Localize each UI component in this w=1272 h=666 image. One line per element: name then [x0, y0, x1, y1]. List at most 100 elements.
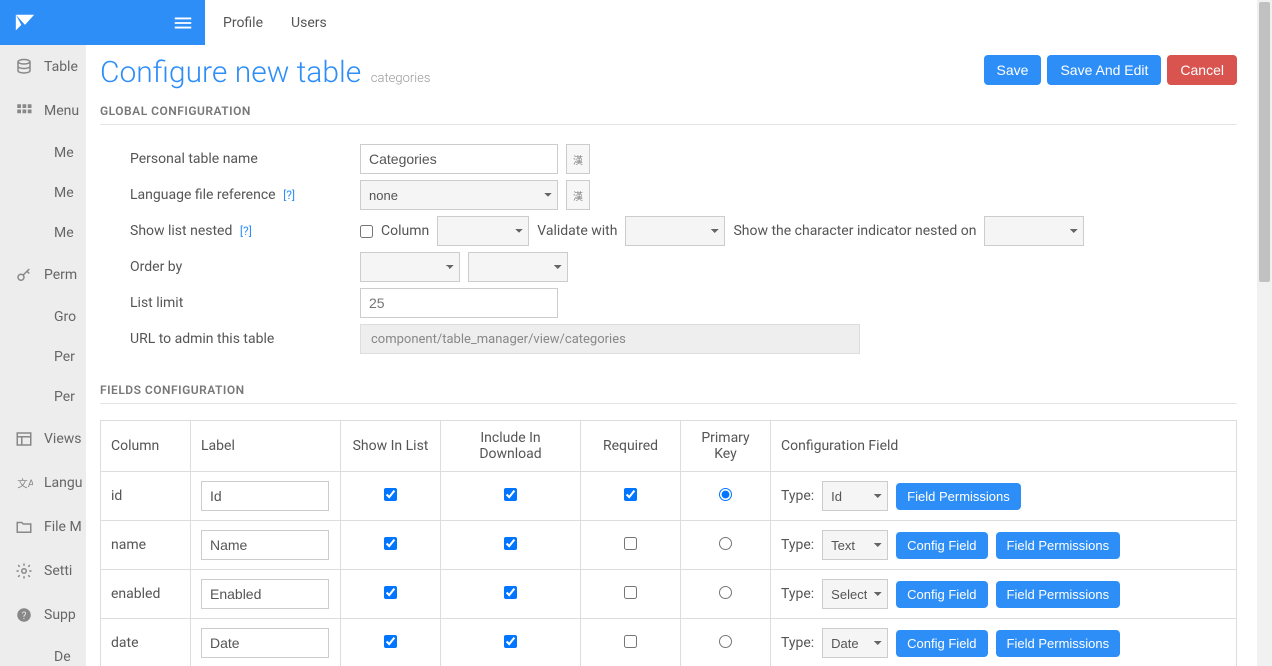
sidebar-item-label: Setti: [44, 563, 72, 579]
sidebar-item-per[interactable]: Per: [0, 337, 86, 377]
include-download-checkbox[interactable]: [504, 586, 517, 599]
sidebar-item-label: Menu: [44, 103, 79, 119]
help-show-nested[interactable]: [?]: [240, 224, 252, 238]
sidebar-item-per[interactable]: Per: [0, 377, 86, 417]
include-download-checkbox[interactable]: [504, 537, 517, 550]
save-and-edit-button[interactable]: Save And Edit: [1047, 55, 1161, 85]
help-lang-ref[interactable]: [?]: [283, 188, 295, 202]
sidebar-item-label: Per: [54, 349, 75, 365]
lang-button-2[interactable]: 漢: [566, 180, 590, 210]
topnav-profile[interactable]: Profile: [223, 15, 263, 31]
section-fields-config: FIELDS CONFIGURATION: [100, 383, 1237, 404]
include-download-checkbox[interactable]: [504, 635, 517, 648]
type-select[interactable]: Select: [822, 579, 888, 609]
order-by-field-select[interactable]: [360, 252, 460, 282]
sidebar-item-label: Views: [44, 431, 82, 447]
section-global-config: GLOBAL CONFIGURATION: [100, 104, 1237, 125]
primary-key-radio[interactable]: [719, 537, 732, 550]
show-nested-checkbox[interactable]: [360, 225, 373, 238]
th-column: Column: [101, 421, 191, 472]
primary-key-radio[interactable]: [719, 586, 732, 599]
label-show-nested: Show list nested: [130, 223, 232, 239]
show-in-list-checkbox[interactable]: [384, 488, 397, 501]
sidebar-item-label: Me: [54, 185, 74, 201]
menu-toggle-button[interactable]: [160, 0, 205, 45]
sidebar-item-label: Me: [54, 225, 74, 241]
save-button[interactable]: Save: [984, 55, 1042, 85]
required-checkbox[interactable]: [624, 586, 637, 599]
hamburger-icon: [172, 12, 194, 34]
th-include-dl: Include In Download: [441, 421, 581, 472]
sidebar-item-label: Table: [44, 59, 78, 75]
label-list-limit: List limit: [130, 295, 360, 311]
show-in-list-checkbox[interactable]: [384, 635, 397, 648]
nested-column-select[interactable]: [437, 216, 529, 246]
config-field-button[interactable]: Config Field: [896, 630, 987, 657]
sidebar-item-perm[interactable]: Perm: [0, 253, 86, 297]
label-personal-table-name: Personal table name: [130, 151, 360, 167]
lang-button[interactable]: 漢: [566, 144, 590, 174]
order-by-dir-select[interactable]: [468, 252, 568, 282]
field-permissions-button[interactable]: Field Permissions: [996, 532, 1121, 559]
indicator-select[interactable]: [984, 216, 1084, 246]
cell-column: date: [101, 619, 191, 666]
validate-with-select[interactable]: [625, 216, 725, 246]
show-in-list-checkbox[interactable]: [384, 537, 397, 550]
label-input[interactable]: [201, 481, 329, 511]
required-checkbox[interactable]: [624, 537, 637, 550]
topnav-users[interactable]: Users: [291, 15, 327, 31]
sidebar-item-me[interactable]: Me: [0, 133, 86, 173]
sidebar-item-me[interactable]: Me: [0, 173, 86, 213]
sidebar-item-menu[interactable]: Menu: [0, 89, 86, 133]
sidebar-item-label: File M: [44, 519, 82, 535]
scrollbar[interactable]: [1257, 0, 1272, 666]
field-permissions-button[interactable]: Field Permissions: [996, 630, 1121, 657]
type-select[interactable]: Date: [822, 628, 888, 658]
logo-icon: [14, 12, 36, 34]
required-checkbox[interactable]: [624, 635, 637, 648]
sidebar-item-label: Gro: [54, 309, 76, 325]
personal-table-name-input[interactable]: [360, 144, 558, 174]
label-input[interactable]: [201, 579, 329, 609]
sidebar-item-langu[interactable]: 文A Langu: [0, 461, 86, 505]
key-icon: [14, 265, 34, 285]
sidebar-item-de[interactable]: De: [0, 637, 86, 666]
include-download-checkbox[interactable]: [504, 488, 517, 501]
label-column: Column: [381, 223, 429, 239]
main-content: Configure new table categories Save Save…: [86, 0, 1257, 666]
field-permissions-button[interactable]: Field Permissions: [996, 581, 1121, 608]
label-input[interactable]: [201, 530, 329, 560]
folder-icon: [14, 517, 34, 537]
cancel-button[interactable]: Cancel: [1167, 55, 1237, 85]
sidebar-item-label: Langu: [44, 475, 82, 491]
sidebar-item-views[interactable]: Views: [0, 417, 86, 461]
url-admin-readonly: component/table_manager/view/categories: [360, 324, 860, 354]
th-label: Label: [191, 421, 341, 472]
page-subtitle: categories: [371, 71, 431, 86]
sidebar-item-supp[interactable]: ?Supp: [0, 593, 86, 637]
config-field-button[interactable]: Config Field: [896, 581, 987, 608]
sidebar-item-me[interactable]: Me: [0, 213, 86, 253]
sidebar-item-file m[interactable]: File M: [0, 505, 86, 549]
config-field-button[interactable]: Config Field: [896, 532, 987, 559]
help-icon: ?: [14, 605, 34, 625]
label-input[interactable]: [201, 628, 329, 658]
field-permissions-button[interactable]: Field Permissions: [896, 483, 1021, 510]
primary-key-radio[interactable]: [719, 488, 732, 501]
cell-column: enabled: [101, 570, 191, 619]
cell-column: id: [101, 472, 191, 521]
required-checkbox[interactable]: [624, 488, 637, 501]
sidebar-item-setti[interactable]: Setti: [0, 549, 86, 593]
lang-ref-select[interactable]: none: [360, 180, 558, 210]
lang-icon: 文A: [14, 473, 34, 493]
type-select[interactable]: Text: [822, 530, 888, 560]
th-config-field: Configuration Field: [771, 421, 1237, 472]
sidebar-item-table[interactable]: Table: [0, 45, 86, 89]
grid-icon: [14, 101, 34, 121]
show-in-list-checkbox[interactable]: [384, 586, 397, 599]
sidebar-item-gro[interactable]: Gro: [0, 297, 86, 337]
primary-key-radio[interactable]: [719, 635, 732, 648]
type-select[interactable]: Id: [822, 481, 888, 511]
list-limit-input[interactable]: [360, 288, 558, 318]
scrollbar-thumb[interactable]: [1259, 2, 1270, 282]
